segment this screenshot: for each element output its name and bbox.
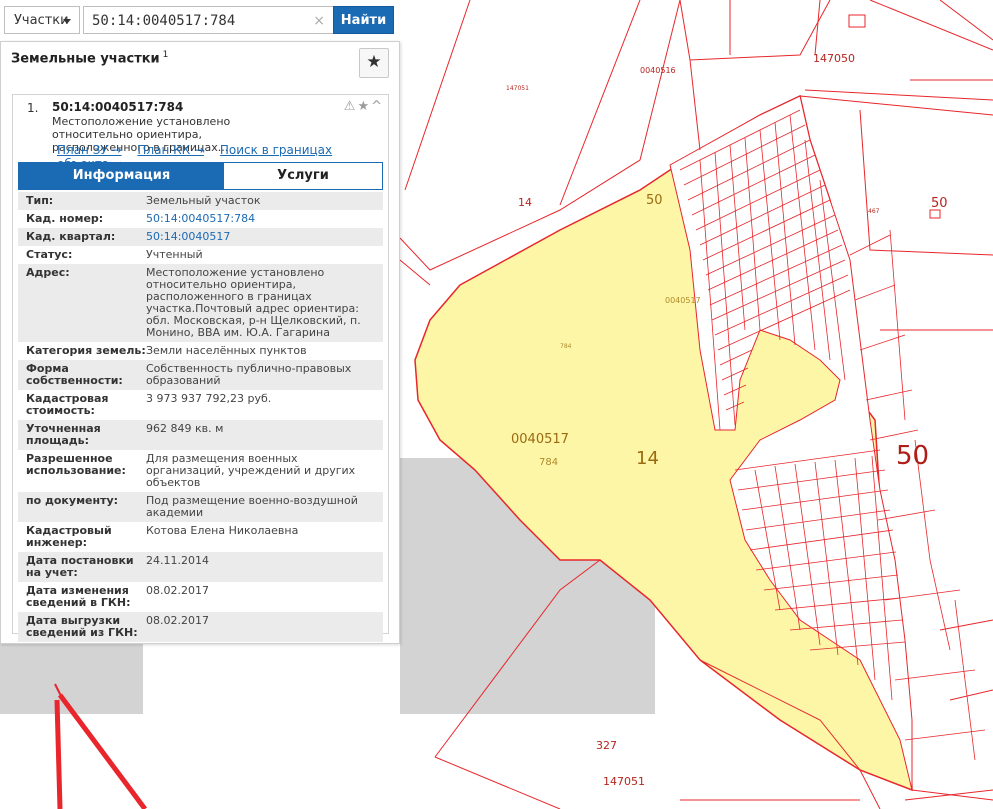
map-label-quarter: 0040517 <box>665 296 701 305</box>
info-row: Уточненная площадь: 962 849 кв. м <box>18 420 383 450</box>
info-value: Земельный участок <box>146 194 261 207</box>
info-value: Местоположение установлено относительно … <box>146 266 361 339</box>
info-row: Форма собственности: Собственность публич… <box>18 360 383 390</box>
map-label-region: 50 <box>646 193 663 208</box>
favorites-button[interactable]: ★ <box>359 48 389 78</box>
card-actions: ⚠★^ <box>344 99 384 114</box>
info-value: Учтенный <box>146 248 203 261</box>
info-value: 3 973 937 792,23 руб. <box>146 392 272 405</box>
info-label: Статус: <box>26 248 73 261</box>
info-row: Дата постановки на учет: 24.11.2014 <box>18 552 383 582</box>
info-label: Кадастровая стоимость: <box>26 392 109 417</box>
tab-services[interactable]: Услуги <box>224 163 382 189</box>
map-label-region: 50 <box>896 441 930 471</box>
info-row: Статус: Учтенный <box>18 246 383 264</box>
result-index: 1. <box>27 101 39 115</box>
search-button[interactable]: Найти <box>333 6 394 34</box>
info-value: 08.02.2017 <box>146 614 209 627</box>
info-label: Адрес: <box>26 266 70 279</box>
info-row: Кадастровая стоимость: 3 973 937 792,23 р… <box>18 390 383 420</box>
info-value: Под размещение военно-воздушной академии <box>146 494 358 519</box>
search-input[interactable]: 50:14:0040517:784 × <box>83 6 334 34</box>
plan-kk-link[interactable]: План КК → <box>137 143 204 157</box>
map-label-district: 14 <box>518 196 532 209</box>
info-row: Кад. номер: 50:14:0040517:784 <box>18 210 383 228</box>
map-label-quarter: 147050 <box>813 52 855 65</box>
star-icon[interactable]: ★ <box>357 99 371 114</box>
chevron-down-icon <box>63 19 71 24</box>
info-row: по документу: Под размещение военно-возду… <box>18 492 383 522</box>
search-type-label: Участки <box>14 13 69 28</box>
map-label-quarter: 0040517 <box>511 432 569 447</box>
info-label: Дата выгрузки сведений из ГКН: <box>26 614 138 639</box>
map-label-region: 50 <box>931 196 948 211</box>
info-row: Дата изменения сведений в ГКН: 08.02.2017 <box>18 582 383 612</box>
info-row: Разрешенное использование: Для размещения… <box>18 450 383 492</box>
info-label: Категория земель: <box>26 344 146 357</box>
search-type-select[interactable]: Участки <box>4 6 80 34</box>
info-label: Форма собственности: <box>26 362 123 387</box>
map-label-parcel: 327 <box>596 739 617 752</box>
info-value: 962 849 кв. м <box>146 422 224 435</box>
info-label: по документу: <box>26 494 119 507</box>
map-label-district: 14 <box>636 448 659 469</box>
info-value: Земли населённых пунктов <box>146 344 307 357</box>
info-row: Дата выгрузки сведений из ГКН: 08.02.2017 <box>18 612 383 642</box>
tab-information[interactable]: Информация <box>19 163 224 189</box>
result-cad-number[interactable]: 50:14:0040517:784 <box>52 100 183 114</box>
info-label: Кадастровый инженер: <box>26 524 112 549</box>
info-table: Тип: Земельный участок Кад. номер: 50:14:0… <box>18 192 383 642</box>
info-row: Кадастровый инженер: Котова Елена Николае… <box>18 522 383 552</box>
cad-number-link[interactable]: 50:14:0040517:784 <box>146 213 376 225</box>
result-card: 1. 50:14:0040517:784 Местоположение уста… <box>12 94 389 642</box>
map-label-parcel: 784 <box>539 457 559 468</box>
info-label: Дата постановки на учет: <box>26 554 134 579</box>
info-label: Дата изменения сведений в ГКН: <box>26 584 131 609</box>
info-label: Уточненная площадь: <box>26 422 101 447</box>
map-label-parcel: 784 <box>560 343 572 350</box>
info-label: Разрешенное использование: <box>26 452 126 477</box>
search-input-value: 50:14:0040517:784 <box>92 13 236 29</box>
panel-title: Земельные участки 1 <box>11 50 168 66</box>
cad-quarter-link[interactable]: 50:14:0040517 <box>146 231 376 243</box>
map-tile-placeholder <box>0 644 143 714</box>
info-row: Категория земель: Земли населённых пункто… <box>18 342 383 360</box>
map-label-quarter: 147051 <box>506 85 529 92</box>
map-label-quarter: 147051 <box>603 775 645 788</box>
info-label: Кад. квартал: <box>26 230 116 243</box>
search-bar: Участки 50:14:0040517:784 × Найти <box>4 6 394 36</box>
plan-zu-link[interactable]: План ЗУ → <box>57 143 122 157</box>
map-label-quarter: 0040516 <box>640 66 676 75</box>
info-label: Тип: <box>26 194 54 207</box>
info-value: Котова Елена Николаевна <box>146 524 299 537</box>
warning-icon[interactable]: ⚠ <box>344 99 358 114</box>
results-count: 1 <box>162 50 169 60</box>
map-label-parcel: 467 <box>868 208 880 215</box>
info-label: Кад. номер: <box>26 212 104 225</box>
info-value: 24.11.2014 <box>146 554 209 567</box>
star-icon: ★ <box>366 52 382 72</box>
chevron-up-icon[interactable]: ^ <box>371 99 384 114</box>
clear-icon[interactable]: × <box>313 7 325 35</box>
result-tabs: Информация Услуги <box>18 162 383 190</box>
info-row: Адрес: Местоположение установлено относит… <box>18 264 383 342</box>
info-value: 08.02.2017 <box>146 584 209 597</box>
info-value: Собственность публично-правовых образова… <box>146 362 352 387</box>
results-panel: Земельные участки 1 ★ 1. 50:14:0040517:78… <box>0 41 400 644</box>
info-value: Для размещения военных организаций, учре… <box>146 452 356 489</box>
info-row: Тип: Земельный участок <box>18 192 383 210</box>
panel-title-text: Земельные участки <box>11 51 160 67</box>
info-row: Кад. квартал: 50:14:0040517 <box>18 228 383 246</box>
